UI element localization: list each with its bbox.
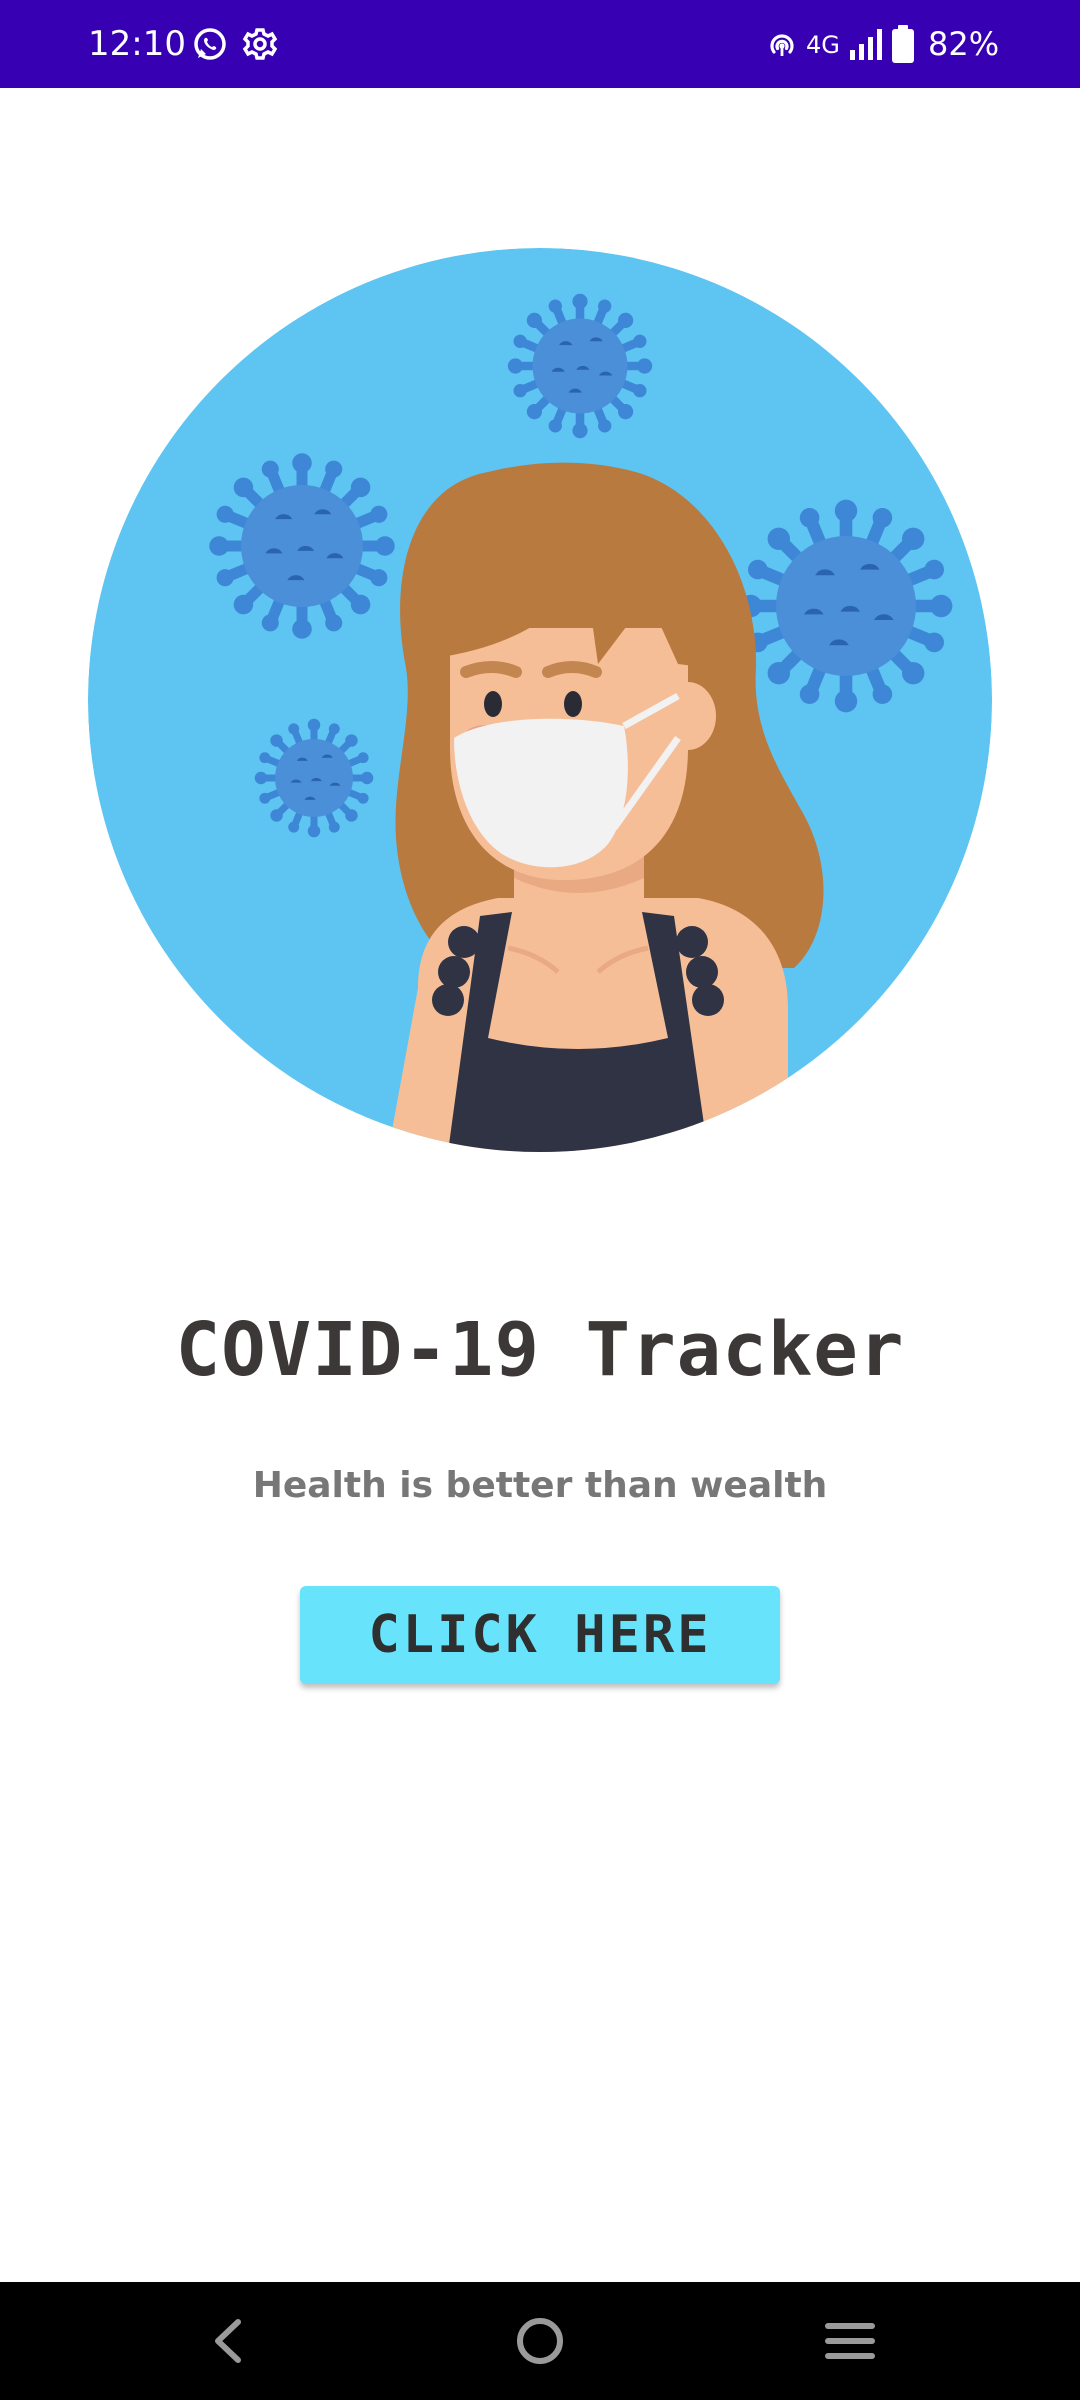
splash-screen: 12:10 4G 82% COVID-19 Tracker Health is …: [0, 0, 1080, 2400]
back-icon[interactable]: [188, 2306, 268, 2376]
battery-percentage: 82%: [928, 25, 1000, 63]
virus-particle-icon: [740, 500, 953, 713]
virus-particle-icon: [255, 719, 374, 838]
network-type: 4G: [806, 31, 840, 59]
settings-gear-icon: [240, 24, 280, 64]
virus-particle-icon: [209, 453, 394, 638]
virus-particle-icon: [508, 294, 652, 438]
status-time: 12:10: [88, 24, 186, 64]
system-navigation-bar: [0, 2282, 1080, 2400]
hero-illustration: [88, 248, 992, 1152]
click-here-button[interactable]: CLICK HERE: [300, 1586, 780, 1684]
recents-menu-icon[interactable]: [810, 2306, 890, 2376]
hotspot-icon: [762, 24, 802, 64]
home-icon[interactable]: [500, 2306, 580, 2376]
app-tagline: Health is better than wealth: [252, 1465, 828, 1506]
battery-icon: [888, 24, 918, 64]
status-bar: 12:10 4G 82%: [0, 0, 1080, 88]
whatsapp-icon: [190, 24, 230, 64]
app-title: COVID-19 Tracker: [175, 1307, 905, 1393]
signal-icon: [846, 24, 886, 64]
